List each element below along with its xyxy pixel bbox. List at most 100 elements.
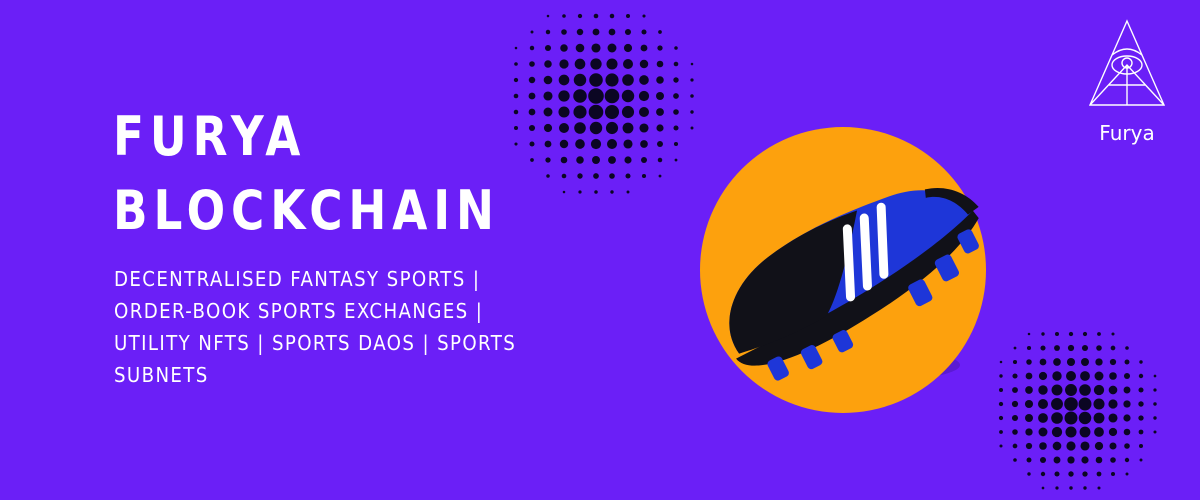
halftone-dot	[639, 123, 649, 133]
headline-line-2: BLOCKCHAIN	[113, 179, 500, 242]
halftone-dot	[1053, 456, 1061, 464]
halftone-dot	[1012, 429, 1018, 435]
halftone-dot	[690, 62, 694, 66]
halftone-dot	[641, 29, 647, 35]
halftone-dot	[1108, 399, 1118, 409]
halftone-dot	[1080, 371, 1090, 381]
halftone-dot	[1108, 413, 1118, 423]
halftone-dot	[657, 141, 663, 147]
halftone-dot	[573, 73, 587, 87]
halftone-dot	[1066, 357, 1076, 367]
halftone-dot	[621, 105, 635, 119]
tagline-line-1: DECENTRALISED FANTASY SPORTS |	[114, 267, 481, 291]
halftone-dot	[639, 59, 649, 69]
halftone-dot	[576, 28, 584, 36]
halftone-dot	[1025, 428, 1033, 436]
halftone-dot	[1110, 345, 1116, 351]
halftone-dot	[1124, 443, 1130, 449]
halftone-dot	[1067, 344, 1075, 352]
halftone-dot	[590, 58, 602, 70]
halftone-dot	[690, 94, 694, 98]
halftone-dot	[528, 76, 536, 84]
halftone-dot	[604, 88, 620, 104]
halftone-dot	[528, 92, 536, 100]
halftone-dot	[1025, 372, 1033, 380]
halftone-dot	[1038, 399, 1048, 409]
halftone-dot	[577, 173, 583, 179]
halftone-dot	[1051, 384, 1063, 396]
halftone-dot	[622, 74, 634, 86]
halftone-dot	[529, 141, 535, 147]
halftone-dot	[1041, 486, 1045, 490]
halftone-dot	[621, 89, 635, 103]
halftone-dot	[574, 122, 586, 134]
halftone-dot	[656, 76, 664, 84]
halftone-dot	[609, 13, 615, 19]
halftone-dot	[1139, 360, 1143, 364]
halftone-dot	[673, 141, 679, 147]
halftone-dot	[1066, 371, 1076, 381]
halftone-dot	[1094, 427, 1104, 437]
halftone-dot	[1108, 385, 1118, 395]
halftone-dot	[673, 125, 679, 131]
halftone-dot	[1097, 332, 1101, 336]
halftone-dot	[1138, 429, 1144, 435]
halftone-dot	[656, 92, 664, 100]
halftone-dot	[606, 58, 618, 70]
halftone-dot	[588, 88, 604, 104]
halftone-dot	[622, 58, 634, 70]
halftone-dot	[1080, 441, 1090, 451]
halftone-dot	[999, 360, 1003, 364]
halftone-dot	[1026, 359, 1032, 365]
halftone-dot	[1123, 400, 1131, 408]
halftone-dot	[623, 43, 633, 53]
halftone-dot	[1093, 398, 1105, 410]
halftone-dot	[1051, 426, 1063, 438]
halftone-dot	[594, 190, 598, 194]
halftone-dot	[1082, 471, 1088, 477]
halftone-dot	[1039, 456, 1047, 464]
halftone-dot	[1153, 430, 1157, 434]
halftone-dot	[1081, 358, 1089, 366]
halftone-dot	[624, 156, 632, 164]
halftone-dot	[1064, 411, 1078, 425]
tagline-line-4: SUBNETS	[114, 363, 209, 387]
halftone-dot	[1095, 358, 1103, 366]
furya-banner: FURYA BLOCKCHAIN DECENTRALISED FANTASY S…	[0, 0, 1200, 500]
halftone-dot	[1109, 358, 1117, 366]
halftone-dot	[610, 190, 614, 194]
halftone-dot	[546, 14, 550, 18]
halftone-dot	[608, 156, 616, 164]
halftone-dot	[1123, 372, 1131, 380]
halftone-dot	[1138, 373, 1144, 379]
halftone-dot	[1078, 397, 1092, 411]
halftone-dot	[1068, 331, 1074, 337]
halftone-dot	[1012, 373, 1018, 379]
halftone-dot	[999, 444, 1003, 448]
halftone-dot	[1109, 372, 1117, 380]
halftone-dot	[1125, 472, 1129, 476]
halftone-dot	[1081, 456, 1089, 464]
halftone-dot	[543, 123, 553, 133]
halftone-dot	[1039, 358, 1047, 366]
halftone-dot	[1138, 415, 1144, 421]
halftone-dot	[1064, 397, 1078, 411]
halftone-dot	[576, 156, 584, 164]
halftone-dot	[561, 29, 567, 35]
halftone-dot	[656, 108, 664, 116]
halftone-dot	[1079, 426, 1091, 438]
halftone-dot	[559, 139, 569, 149]
halftone-dot	[1094, 441, 1104, 451]
halftone-dot	[1083, 486, 1087, 490]
halftone-dot	[673, 93, 679, 99]
halftone-dot	[1027, 472, 1031, 476]
halftone-dot	[1138, 443, 1144, 449]
halftone-dot	[1153, 402, 1157, 406]
halftone-dot	[1025, 414, 1033, 422]
halftone-dot	[1094, 371, 1104, 381]
halftone-dot	[690, 78, 694, 82]
halftone-dot	[1025, 442, 1033, 450]
halftone-dot	[558, 106, 570, 118]
halftone-dot	[589, 121, 603, 135]
halftone-dot	[558, 90, 570, 102]
